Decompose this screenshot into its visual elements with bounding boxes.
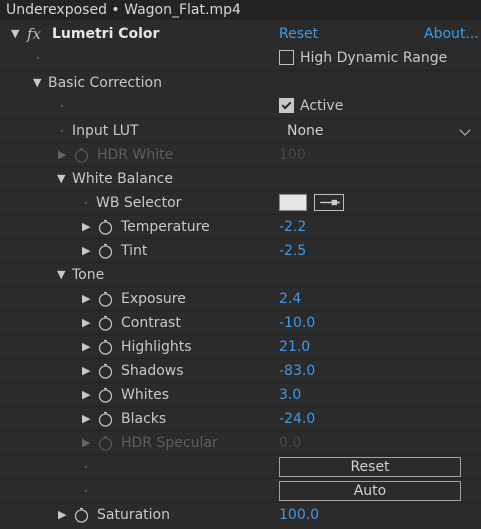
white-balance-label: White Balance [72,171,173,187]
hdr-specular-row: ▶ HDR Specular 0.0 [0,430,481,455]
row-dot [85,466,87,468]
hdr-specular-label: HDR Specular [121,435,218,451]
stopwatch-icon[interactable] [98,315,113,331]
tone-auto-button[interactable]: Auto [279,481,461,501]
collapse-triangle-icon[interactable]: ▼ [57,167,65,191]
effect-reset-link[interactable]: Reset [279,22,318,46]
stopwatch-icon [74,147,89,163]
active-label: Active [300,98,344,114]
effect-about-link[interactable]: About... [424,22,479,46]
hdr-white-label: HDR White [97,147,174,163]
input-lut-value: None [287,123,324,139]
wb-selector-row: WB Selector [0,190,481,215]
whites-value[interactable]: 3.0 [279,383,301,407]
input-lut-row: Input LUT None [0,118,481,143]
highlights-row: ▶ Highlights 21.0 [0,334,481,359]
temperature-row: ▶ Temperature -2.2 [0,214,481,239]
wb-color-swatch[interactable] [279,194,307,211]
exposure-label: Exposure [121,291,186,307]
saturation-value[interactable]: 100.0 [279,503,319,527]
effect-header-row[interactable]: ▼ fx Lumetri Color Reset About... [0,22,481,46]
hdr-specular-value: 0.0 [279,435,302,451]
shadows-label: Shadows [121,363,184,379]
temperature-label: Temperature [121,219,210,235]
expand-triangle-icon[interactable]: ▶ [58,503,66,527]
input-lut-dropdown[interactable]: None [279,121,475,141]
tone-row[interactable]: ▼ Tone [0,262,481,287]
whites-label: Whites [121,387,170,403]
hdr-row: High Dynamic Range [0,46,481,70]
basic-correction-row[interactable]: ▼ Basic Correction [0,70,481,95]
stopwatch-icon[interactable] [98,411,113,427]
whites-row: ▶ Whites 3.0 [0,382,481,407]
wb-selector-label: WB Selector [96,195,182,211]
row-dot [37,57,39,59]
stopwatch-icon[interactable] [98,387,113,403]
exposure-value[interactable]: 2.4 [279,287,301,311]
stopwatch-icon[interactable] [98,291,113,307]
expand-triangle-icon: ▶ [58,148,67,161]
tint-value[interactable]: -2.5 [279,239,306,263]
contrast-row: ▶ Contrast -10.0 [0,310,481,335]
row-dot [61,105,63,107]
highlights-label: Highlights [121,339,192,355]
blacks-value[interactable]: -24.0 [279,407,315,431]
panel-title: Underexposed • Wagon_Flat.mp4 [0,0,481,20]
highlights-value[interactable]: 21.0 [279,335,310,359]
shadows-value[interactable]: -83.0 [279,359,315,383]
stopwatch-icon[interactable] [74,507,89,523]
row-dot [85,202,87,204]
expand-triangle-icon[interactable]: ▶ [82,215,90,239]
active-checkbox[interactable] [279,98,294,113]
row-dot [61,130,63,132]
expand-triangle-icon[interactable]: ▶ [82,239,90,263]
tone-reset-row: Reset [0,454,481,479]
expand-triangle-icon[interactable]: ▶ [82,407,90,431]
stopwatch-icon [98,435,113,451]
chevron-down-icon [459,124,471,136]
expand-triangle-icon[interactable]: ▶ [82,335,90,359]
tone-label: Tone [72,267,105,283]
hdr-label: High Dynamic Range [300,50,448,66]
stopwatch-icon[interactable] [98,339,113,355]
exposure-row: ▶ Exposure 2.4 [0,286,481,311]
expand-triangle-icon[interactable]: ▶ [82,359,90,383]
eyedropper-icon[interactable] [314,194,344,211]
hdr-white-value: 100 [279,147,306,163]
fx-icon[interactable]: fx [27,22,41,46]
basic-correction-label: Basic Correction [48,75,162,91]
tone-reset-button[interactable]: Reset [279,457,461,477]
collapse-triangle-icon[interactable]: ▼ [57,263,65,287]
tint-label: Tint [121,243,148,259]
active-row: Active [0,94,481,118]
expand-triangle-icon[interactable]: ▶ [82,383,90,407]
collapse-triangle-icon[interactable]: ▼ [33,71,41,95]
hdr-white-row: ▶ HDR White 100 [0,142,481,167]
tone-auto-row: Auto [0,478,481,503]
collapse-triangle-icon[interactable]: ▼ [11,22,19,46]
blacks-row: ▶ Blacks -24.0 [0,406,481,431]
shadows-row: ▶ Shadows -83.0 [0,358,481,383]
tint-row: ▶ Tint -2.5 [0,238,481,263]
contrast-label: Contrast [121,315,181,331]
stopwatch-icon[interactable] [98,363,113,379]
blacks-label: Blacks [121,411,167,427]
effect-name: Lumetri Color [52,26,160,42]
stopwatch-icon[interactable] [98,219,113,235]
stopwatch-icon[interactable] [98,243,113,259]
saturation-row: ▶ Saturation 100.0 [0,502,481,527]
contrast-value[interactable]: -10.0 [279,311,315,335]
expand-triangle-icon[interactable]: ▶ [82,311,90,335]
expand-triangle-icon: ▶ [82,436,91,449]
input-lut-label: Input LUT [72,123,139,139]
row-dot [85,490,87,492]
temperature-value[interactable]: -2.2 [279,215,306,239]
hdr-checkbox[interactable] [279,50,294,65]
white-balance-row[interactable]: ▼ White Balance [0,166,481,191]
saturation-label: Saturation [97,507,170,523]
expand-triangle-icon[interactable]: ▶ [82,287,90,311]
